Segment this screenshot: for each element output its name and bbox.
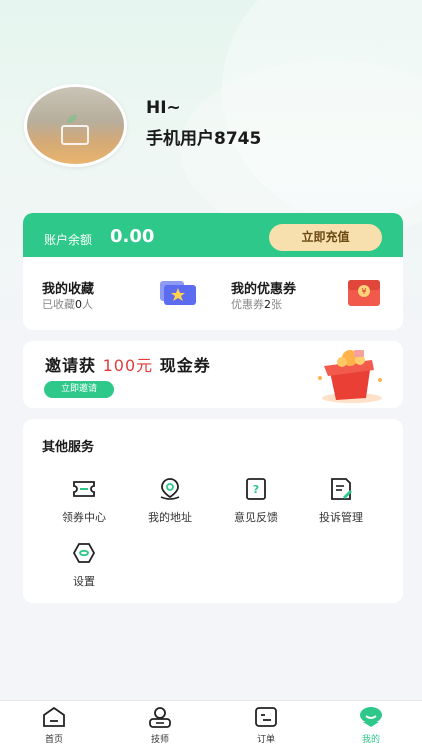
favorites-title[interactable]: 我的收藏 bbox=[42, 278, 94, 297]
service-label: 设置 bbox=[73, 575, 95, 588]
location-icon bbox=[160, 478, 180, 500]
svg-text:?: ? bbox=[253, 483, 259, 496]
service-label: 领券中心 bbox=[62, 511, 106, 524]
invite-button[interactable]: 立即邀请 bbox=[44, 381, 114, 398]
leaf-icon bbox=[67, 115, 77, 123]
technician-icon bbox=[149, 707, 171, 728]
service-feedback[interactable]: ? 意见反馈 bbox=[216, 477, 296, 525]
logo-icon bbox=[61, 125, 89, 145]
order-icon bbox=[255, 707, 277, 727]
greeting-text: HI~ bbox=[146, 98, 181, 118]
tab-home[interactable]: 首页 bbox=[24, 706, 84, 745]
profile-icon bbox=[360, 707, 382, 727]
service-label: 投诉管理 bbox=[319, 511, 363, 524]
balance-label: 账户余额 bbox=[44, 233, 93, 247]
tab-label: 我的 bbox=[361, 735, 380, 745]
coupons-subtitle: 优惠券2张 bbox=[231, 298, 282, 311]
balance-value: 0.00 bbox=[110, 226, 155, 247]
red-packet-icon[interactable]: ¥ bbox=[345, 278, 383, 308]
tab-label: 首页 bbox=[44, 735, 63, 745]
service-label: 意见反馈 bbox=[234, 511, 278, 524]
tab-label: 订单 bbox=[256, 735, 275, 745]
tab-profile[interactable]: 我的 bbox=[341, 706, 401, 745]
invite-title: 邀请获 100元 现金券 bbox=[45, 356, 211, 375]
settings-icon bbox=[72, 543, 96, 563]
recharge-button[interactable]: 立即充值 bbox=[269, 224, 382, 251]
service-complaint[interactable]: 投诉管理 bbox=[301, 477, 381, 525]
gift-box-icon bbox=[318, 350, 382, 403]
folder-star-icon[interactable] bbox=[159, 279, 197, 306]
tab-technician[interactable]: 技师 bbox=[130, 706, 190, 745]
services-title: 其他服务 bbox=[42, 440, 95, 455]
service-label: 我的地址 bbox=[148, 511, 192, 524]
ticket-icon bbox=[73, 481, 95, 497]
home-icon bbox=[43, 706, 65, 727]
svg-text:¥: ¥ bbox=[361, 287, 366, 296]
feedback-icon: ? bbox=[246, 478, 266, 500]
username: 手机用户8745 bbox=[146, 129, 262, 149]
coupons-title[interactable]: 我的优惠券 bbox=[231, 278, 296, 297]
service-coupon-center[interactable]: 领券中心 bbox=[44, 477, 124, 525]
favorites-subtitle: 已收藏0人 bbox=[42, 298, 93, 311]
avatar[interactable] bbox=[24, 84, 127, 167]
service-my-address[interactable]: 我的地址 bbox=[130, 477, 210, 525]
tab-orders[interactable]: 订单 bbox=[236, 706, 296, 745]
complaint-icon bbox=[331, 478, 352, 500]
tab-label: 技师 bbox=[150, 735, 169, 745]
service-settings[interactable]: 设置 bbox=[44, 541, 124, 589]
